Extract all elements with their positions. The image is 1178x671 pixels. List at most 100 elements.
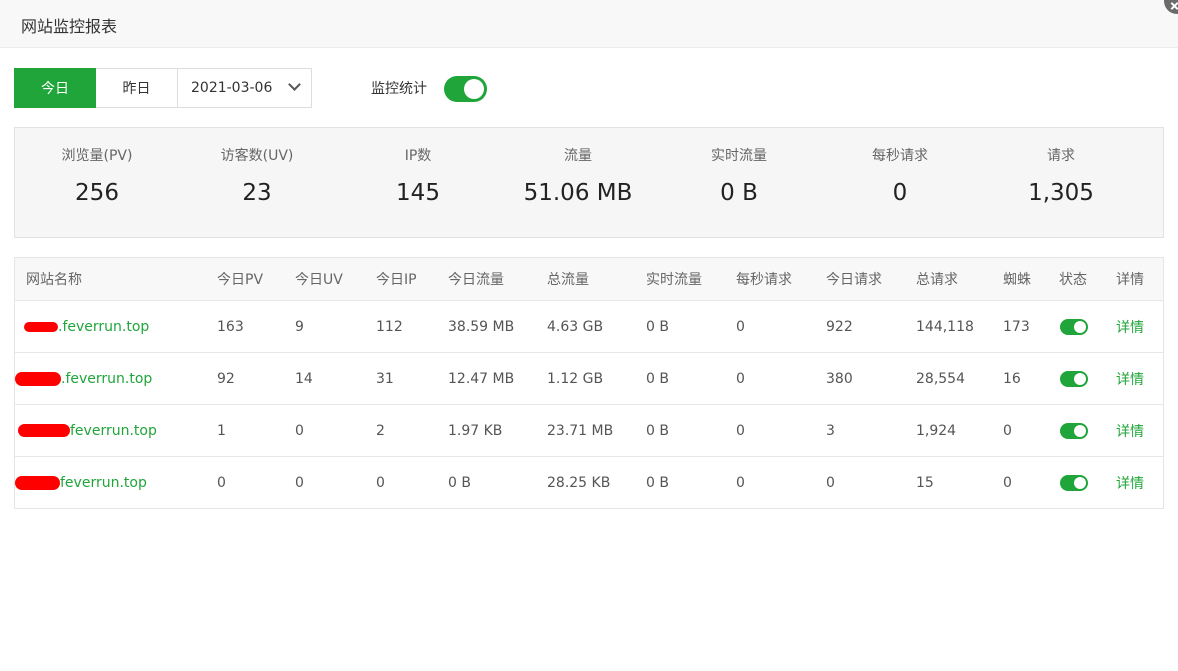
cell-total-traffic: 23.71 MB — [547, 422, 614, 439]
cell-today-traffic: 0 B — [448, 474, 471, 491]
cell-qps: 0 — [736, 318, 745, 335]
toggle-knob — [1074, 476, 1086, 489]
status-toggle-cell — [1060, 457, 1088, 508]
stat-ip: IP数 145 — [336, 128, 500, 239]
cell-today-uv: 0 — [295, 422, 304, 439]
header-today-uv: 今日UV — [295, 272, 343, 288]
cell-total-requests: 1,924 — [916, 422, 957, 439]
stat-label: 请求 — [1047, 148, 1075, 164]
chevron-down-icon — [288, 78, 301, 91]
cell-today-traffic: 38.59 MB — [448, 318, 515, 335]
site-name: feverrun.top — [70, 422, 157, 439]
cell-spider: 16 — [1003, 370, 1021, 387]
cell-today-requests: 380 — [826, 370, 853, 387]
stat-value: 1,305 — [1028, 180, 1094, 206]
cell-spider: 0 — [1003, 422, 1012, 439]
site-name-link[interactable]: feverrun.top — [15, 457, 147, 508]
cell-today-requests: 922 — [826, 318, 853, 335]
date-picker[interactable]: 2021-03-06 — [178, 68, 312, 108]
stat-value: 256 — [75, 180, 119, 206]
header-detail: 详情 — [1116, 272, 1144, 288]
stat-label: IP数 — [404, 148, 432, 164]
cell-today-uv: 14 — [295, 370, 313, 387]
cell-realtime-traffic: 0 B — [646, 318, 669, 335]
cell-today-pv: 92 — [217, 370, 235, 387]
cell-total-traffic: 4.63 GB — [547, 318, 604, 335]
cell-total-requests: 15 — [916, 474, 934, 491]
table-header: 网站名称 今日PV 今日UV 今日IP 今日流量 总流量 实时流量 每秒请求 今… — [15, 258, 1163, 300]
table-row: feverrun.top 1 0 2 1.97 KB 23.71 MB 0 B … — [15, 404, 1163, 456]
cell-today-uv: 9 — [295, 318, 304, 335]
stat-qps: 每秒请求 0 — [818, 128, 982, 239]
toggle-knob — [1074, 424, 1086, 437]
cell-spider: 173 — [1003, 318, 1030, 335]
stat-pv: 浏览量(PV) 256 — [15, 128, 179, 239]
stat-label: 浏览量(PV) — [61, 148, 133, 164]
stat-requests: 请求 1,305 — [979, 128, 1143, 239]
stat-traffic: 流量 51.06 MB — [496, 128, 660, 239]
cell-today-ip: 0 — [376, 474, 385, 491]
header-site-name: 网站名称 — [26, 272, 82, 288]
site-table: 网站名称 今日PV 今日UV 今日IP 今日流量 总流量 实时流量 每秒请求 今… — [14, 257, 1164, 509]
header-status: 状态 — [1059, 272, 1087, 288]
stat-value: 0 B — [720, 180, 758, 206]
today-button[interactable]: 今日 — [14, 68, 96, 108]
cell-today-ip: 112 — [376, 318, 403, 335]
redaction-mark — [24, 321, 58, 332]
status-toggle[interactable] — [1060, 370, 1088, 387]
detail-link[interactable]: 详情 — [1116, 457, 1144, 508]
detail-link[interactable]: 详情 — [1116, 405, 1144, 456]
status-toggle[interactable] — [1060, 422, 1088, 439]
status-toggle-cell — [1060, 405, 1088, 456]
stat-label: 每秒请求 — [872, 148, 928, 164]
header-today-traffic: 今日流量 — [448, 272, 504, 288]
status-toggle-cell — [1060, 353, 1088, 404]
stat-label: 实时流量 — [711, 148, 767, 164]
toggle-knob — [1074, 372, 1086, 385]
close-icon[interactable] — [1164, 0, 1178, 14]
cell-today-traffic: 1.97 KB — [448, 422, 503, 439]
stat-value: 0 — [892, 180, 908, 206]
toggle-knob — [1074, 320, 1086, 333]
cell-today-pv: 1 — [217, 422, 226, 439]
header-realtime-traffic: 实时流量 — [646, 272, 702, 288]
stat-label: 访客数(UV) — [220, 148, 294, 164]
cell-realtime-traffic: 0 B — [646, 370, 669, 387]
cell-qps: 0 — [736, 422, 745, 439]
stat-value: 51.06 MB — [523, 180, 633, 206]
cell-qps: 0 — [736, 474, 745, 491]
site-name: .feverrun.top — [61, 370, 153, 387]
cell-today-uv: 0 — [295, 474, 304, 491]
cell-total-traffic: 28.25 KB — [547, 474, 611, 491]
yesterday-button[interactable]: 昨日 — [96, 68, 178, 108]
site-name-link[interactable]: feverrun.top — [18, 405, 157, 456]
cell-realtime-traffic: 0 B — [646, 474, 669, 491]
header-today-pv: 今日PV — [217, 272, 264, 288]
site-name-link[interactable]: .feverrun.top — [24, 301, 149, 352]
window-titlebar: 网站监控报表 — [0, 0, 1178, 48]
site-name-link[interactable]: .feverrun.top — [15, 353, 152, 404]
toggle-knob — [464, 79, 484, 99]
cell-today-requests: 0 — [826, 474, 835, 491]
date-value: 2021-03-06 — [191, 80, 273, 96]
cell-today-pv: 163 — [217, 318, 244, 335]
stat-value: 23 — [242, 180, 272, 206]
detail-link[interactable]: 详情 — [1116, 301, 1144, 352]
status-toggle-cell — [1060, 301, 1088, 352]
table-row: .feverrun.top 92 14 31 12.47 MB 1.12 GB … — [15, 352, 1163, 404]
cell-total-requests: 28,554 — [916, 370, 965, 387]
status-toggle[interactable] — [1060, 474, 1088, 491]
status-toggle[interactable] — [1060, 318, 1088, 335]
monitor-toggle[interactable] — [444, 76, 487, 102]
cell-spider: 0 — [1003, 474, 1012, 491]
header-today-requests: 今日请求 — [826, 272, 882, 288]
header-spider: 蜘蛛 — [1003, 272, 1031, 288]
cell-total-requests: 144,118 — [916, 318, 974, 335]
redaction-mark — [15, 475, 60, 490]
header-total-traffic: 总流量 — [547, 272, 589, 288]
redaction-mark — [18, 424, 70, 437]
detail-link[interactable]: 详情 — [1116, 353, 1144, 404]
cell-today-pv: 0 — [217, 474, 226, 491]
table-row: .feverrun.top 163 9 112 38.59 MB 4.63 GB… — [15, 300, 1163, 352]
header-today-ip: 今日IP — [376, 272, 417, 288]
